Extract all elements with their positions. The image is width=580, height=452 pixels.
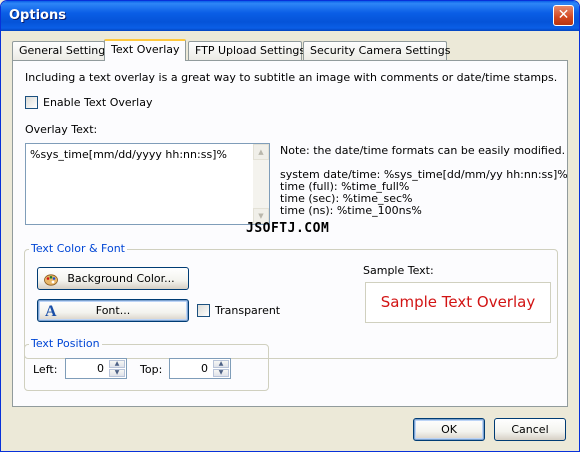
left-spin-buttons: ▲ ▼ [109,360,125,377]
scroll-up-icon[interactable]: ▲ [253,144,269,160]
format-time-ns: time (ns): %time_100ns% [280,204,422,217]
spin-down-icon[interactable]: ▼ [213,369,229,377]
sample-text-label: Sample Text: [363,264,434,277]
tab-text-overlay[interactable]: Text Overlay [104,39,186,61]
intro-text: Including a text overlay is a great way … [25,71,558,84]
dialog-client: General Settings Text Overlay FTP Upload… [4,31,576,450]
text-position-title: Text Position [29,337,102,350]
font-icon: A [45,303,57,320]
window-title: Options [9,8,66,23]
sample-text-preview: Sample Text Overlay [365,282,551,323]
spin-up-icon[interactable]: ▲ [109,360,125,368]
watermark-text: JSOFTJ.COM [246,221,330,236]
top-spin-buttons: ▲ ▼ [213,360,229,377]
text-color-font-title: Text Color & Font [29,242,127,255]
enable-text-overlay-label[interactable]: Enable Text Overlay [43,96,152,109]
tab-security-camera-settings[interactable]: Security Camera Settings [303,41,450,60]
background-color-button[interactable]: Background Color... [37,267,189,290]
close-icon: ✕ [557,7,570,23]
transparent-checkbox[interactable] [197,304,210,317]
tab-general-settings[interactable]: General Settings [12,41,111,60]
spin-down-icon[interactable]: ▼ [109,369,125,377]
font-button[interactable]: A Font... [37,299,189,322]
left-label: Left: [33,363,58,376]
top-value: 0 [201,362,208,375]
spin-up-icon[interactable]: ▲ [213,360,229,368]
overlay-text-scrollbar[interactable]: ▲ ▼ [253,144,269,224]
left-value: 0 [97,362,104,375]
tab-ftp-upload-settings[interactable]: FTP Upload Settings [188,41,305,60]
title-bar[interactable]: Options ✕ [1,1,579,31]
ok-button[interactable]: OK [413,418,485,441]
sample-text: Sample Text Overlay [380,293,536,311]
overlay-text-value: %sys_time[mm/dd/yyyy hh:nn:ss]% [30,148,227,161]
options-dialog: Options ✕ General Settings Text Overlay … [0,0,580,452]
cancel-button[interactable]: Cancel [494,418,566,441]
left-spinner[interactable]: 0 ▲ ▼ [65,358,127,379]
format-notes: Note: the date/time formats can be easil… [280,145,568,217]
palette-icon [44,272,58,286]
transparent-label[interactable]: Transparent [215,304,280,317]
text-overlay-panel: Including a text overlay is a great way … [12,60,568,407]
overlay-text-input[interactable]: %sys_time[mm/dd/yyyy hh:nn:ss]% ▲ ▼ [25,143,270,225]
close-button[interactable]: ✕ [553,5,574,26]
top-label: Top: [140,363,163,376]
enable-text-overlay-checkbox[interactable] [25,96,38,109]
top-spinner[interactable]: 0 ▲ ▼ [169,358,231,379]
overlay-text-label: Overlay Text: [25,123,98,136]
format-note: Note: the date/time formats can be easil… [280,144,566,157]
